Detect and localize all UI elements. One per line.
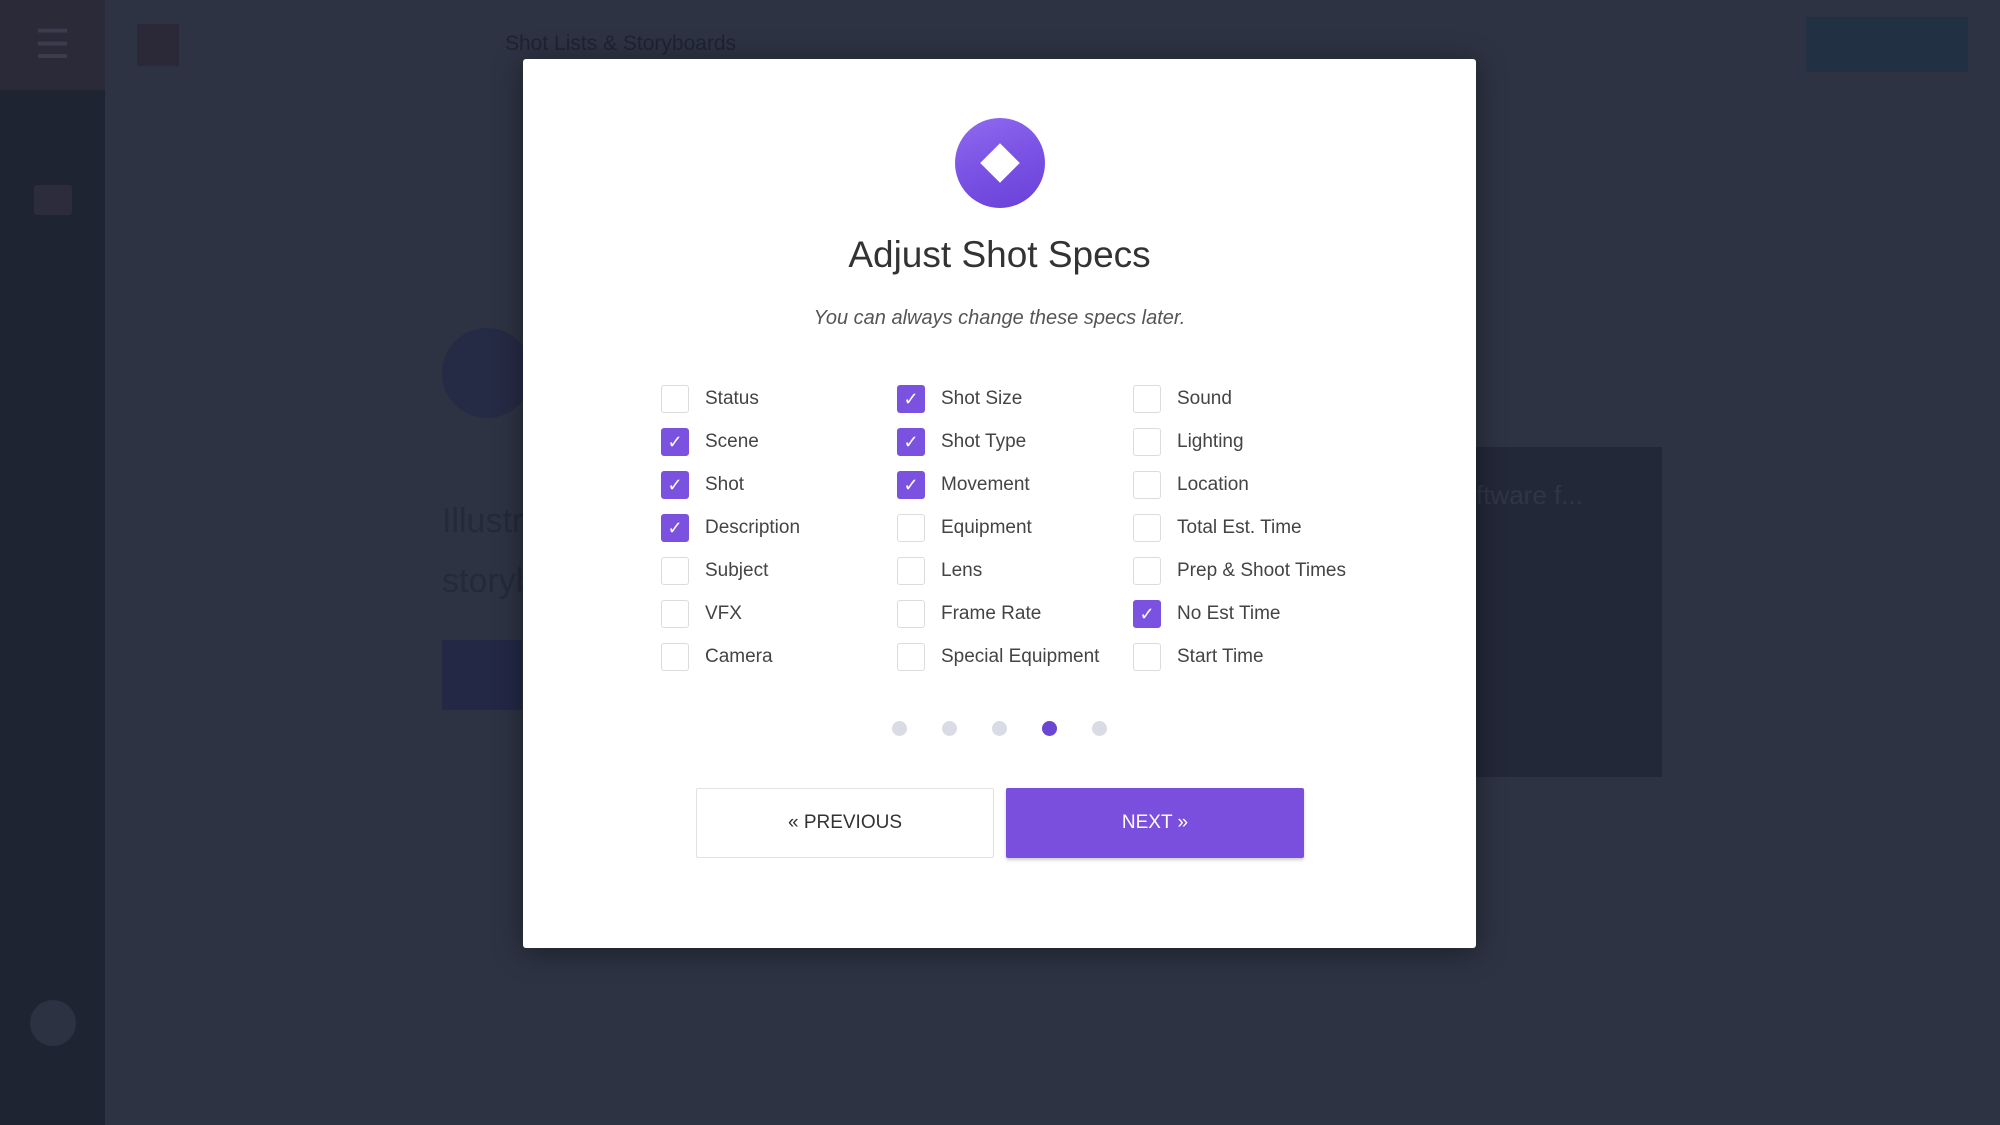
globe-icon[interactable] <box>34 635 72 665</box>
check-icon: ✓ <box>667 431 683 452</box>
adjust-shot-specs-modal: Adjust Shot Specs You can always change … <box>523 59 1476 948</box>
next-button[interactable]: NEXT » <box>1006 788 1304 858</box>
check-icon: ✓ <box>903 431 919 452</box>
calendar-icon[interactable] <box>34 710 72 740</box>
background-heading: Illustr <box>442 502 524 540</box>
option-label: VFX <box>705 603 742 624</box>
storyboard-icon[interactable] <box>34 185 72 215</box>
checkbox[interactable]: ✓ <box>661 428 689 456</box>
option-label: Lens <box>941 560 983 581</box>
spec-option[interactable]: Total Est. Time <box>1133 513 1302 543</box>
list-icon[interactable] <box>34 560 72 590</box>
checkbox[interactable]: ✓ <box>897 471 925 499</box>
check-icon: ✓ <box>903 388 919 409</box>
option-label: Frame Rate <box>941 603 1042 624</box>
option-label: Location <box>1177 474 1249 495</box>
checkbox[interactable] <box>897 514 925 542</box>
checkbox[interactable] <box>661 600 689 628</box>
checkbox[interactable]: ✓ <box>897 385 925 413</box>
spec-option[interactable]: ✓ Description <box>661 513 800 543</box>
page-title: Shot Lists & Storyboards <box>505 32 737 55</box>
option-label: Total Est. Time <box>1177 517 1302 538</box>
option-label: Description <box>705 517 801 538</box>
background-heading-2: storyb <box>442 562 535 600</box>
checkbox[interactable]: ✓ <box>1133 600 1161 628</box>
spec-option[interactable]: Location <box>1133 470 1249 500</box>
option-label: Start Time <box>1177 646 1264 667</box>
option-label: Special Equipment <box>941 646 1100 667</box>
previous-button[interactable]: « PREVIOUS <box>696 788 994 858</box>
option-label: Movement <box>941 474 1030 495</box>
check-icon: ✓ <box>903 474 919 495</box>
spec-option[interactable]: ✓ Scene <box>661 427 759 457</box>
app-logo[interactable]: ☰ <box>0 0 105 90</box>
option-label: Prep & Shoot Times <box>1177 560 1346 581</box>
spec-option[interactable]: Lighting <box>1133 427 1244 457</box>
spec-option[interactable]: Camera <box>661 642 773 672</box>
check-icon: ✓ <box>1139 603 1155 624</box>
spec-option[interactable]: ✓ Movement <box>897 470 1030 500</box>
checkbox[interactable] <box>1133 557 1161 585</box>
checkbox[interactable]: ✓ <box>661 514 689 542</box>
spec-option[interactable]: ✓ Shot Type <box>897 427 1026 457</box>
pagination-dot[interactable] <box>942 721 957 736</box>
modal-subtitle: You can always change these specs later. <box>813 307 1186 329</box>
spec-option[interactable]: Sound <box>1133 384 1232 414</box>
background-icon <box>442 328 532 418</box>
option-label: Sound <box>1177 388 1232 409</box>
diamond-icon <box>955 118 1045 208</box>
spec-option[interactable]: ✓ No Est Time <box>1133 599 1280 629</box>
checkbox[interactable] <box>897 557 925 585</box>
spec-option[interactable]: Lens <box>897 556 982 586</box>
checkbox[interactable] <box>897 643 925 671</box>
spec-option[interactable]: Equipment <box>897 513 1032 543</box>
pagination-dot[interactable] <box>992 721 1007 736</box>
checkbox[interactable]: ✓ <box>661 471 689 499</box>
option-label: Camera <box>705 646 773 667</box>
option-label: Lighting <box>1177 431 1244 452</box>
checkbox[interactable] <box>897 600 925 628</box>
spec-option[interactable]: Subject <box>661 556 768 586</box>
spec-option[interactable]: Start Time <box>1133 642 1264 672</box>
pagination-dot[interactable] <box>1092 721 1107 736</box>
option-label: Status <box>705 388 759 409</box>
pagination-dot[interactable] <box>1042 721 1057 736</box>
option-label: Scene <box>705 431 759 452</box>
layout-icon[interactable] <box>34 410 72 440</box>
project-badge[interactable] <box>137 24 179 66</box>
header-action-button[interactable] <box>1806 17 1968 72</box>
avatar[interactable] <box>30 1000 76 1046</box>
modal-title: Adjust Shot Specs <box>848 234 1151 275</box>
pagination-dots <box>523 721 1476 736</box>
checkbox[interactable]: ✓ <box>897 428 925 456</box>
check-icon: ✓ <box>667 474 683 495</box>
spec-option[interactable]: Special Equipment <box>897 642 1099 672</box>
checkbox[interactable] <box>1133 428 1161 456</box>
background-add-button <box>442 640 522 710</box>
checkbox[interactable] <box>1133 385 1161 413</box>
option-label: Equipment <box>941 517 1032 538</box>
checkbox[interactable] <box>661 643 689 671</box>
spec-option[interactable]: Frame Rate <box>897 599 1041 629</box>
option-label: Shot Type <box>941 431 1027 452</box>
spec-option[interactable]: Prep & Shoot Times <box>1133 556 1346 586</box>
checkbox[interactable] <box>661 385 689 413</box>
option-label: Subject <box>705 560 769 581</box>
option-label: Shot Size <box>941 388 1023 409</box>
spec-option[interactable]: VFX <box>661 599 742 629</box>
checkbox[interactable] <box>1133 514 1161 542</box>
checkbox[interactable] <box>1133 471 1161 499</box>
checkbox[interactable] <box>1133 643 1161 671</box>
sidebar: ☰ <box>0 0 105 1125</box>
option-label: No Est Time <box>1177 603 1281 624</box>
spec-option[interactable]: Status <box>661 384 759 414</box>
background-card-title: ftware f... <box>1476 480 1583 510</box>
pencil-icon[interactable] <box>34 260 72 290</box>
pagination-dot[interactable] <box>892 721 907 736</box>
option-label: Shot <box>705 474 745 495</box>
spec-option[interactable]: ✓ Shot <box>661 470 744 500</box>
spec-option[interactable]: ✓ Shot Size <box>897 384 1022 414</box>
checkbox[interactable] <box>661 557 689 585</box>
check-icon: ✓ <box>667 517 683 538</box>
